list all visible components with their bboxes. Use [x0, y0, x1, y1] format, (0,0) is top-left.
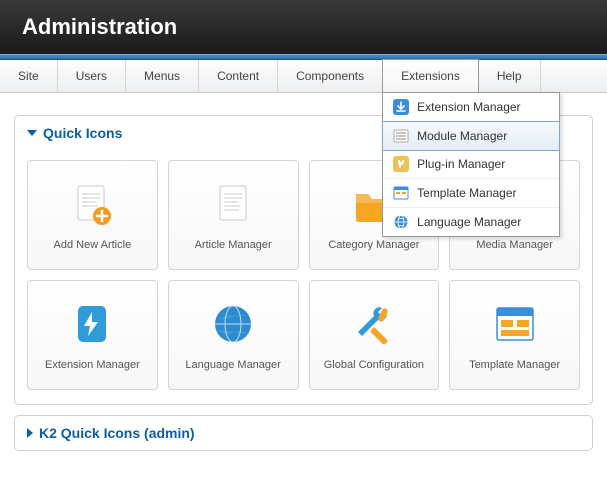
menu-extensions[interactable]: Extensions Extension Manager Module Mana…: [382, 59, 479, 92]
tile-label: Extension Manager: [45, 359, 140, 371]
tile-label: Add New Article: [54, 239, 132, 251]
globe-large-icon: [208, 299, 258, 349]
tile-label: Global Configuration: [324, 359, 424, 371]
menubar: Site Users Menus Content Components Exte…: [0, 60, 607, 93]
menu-site[interactable]: Site: [0, 60, 58, 92]
page-title: Administration: [22, 14, 177, 39]
dropdown-item-label: Language Manager: [417, 215, 521, 229]
k2-quick-icons-header[interactable]: K2 Quick Icons (admin): [15, 416, 592, 450]
tools-icon: [349, 299, 399, 349]
menu-users[interactable]: Users: [58, 60, 126, 92]
menu-components[interactable]: Components: [278, 60, 383, 92]
dropdown-item-label: Template Manager: [417, 186, 516, 200]
k2-quick-icons-panel: K2 Quick Icons (admin): [14, 415, 593, 451]
dropdown-module-manager[interactable]: Module Manager: [382, 121, 560, 151]
extensions-dropdown: Extension Manager Module Manager Plug-in…: [382, 92, 560, 237]
dropdown-item-label: Plug-in Manager: [417, 157, 505, 171]
tile-label: Language Manager: [185, 359, 280, 371]
menu-help[interactable]: Help: [479, 60, 541, 92]
globe-icon: [393, 214, 409, 230]
tile-add-new-article[interactable]: Add New Article: [27, 160, 158, 270]
panel-title: K2 Quick Icons (admin): [39, 425, 195, 441]
list-icon: [393, 128, 409, 144]
plug-icon: [393, 156, 409, 172]
chevron-right-icon: [27, 428, 33, 438]
tile-label: Media Manager: [476, 239, 552, 251]
article-add-icon: [67, 179, 117, 229]
tile-language-manager[interactable]: Language Manager: [168, 280, 299, 390]
app-header: Administration: [0, 0, 607, 54]
tile-template-manager[interactable]: Template Manager: [449, 280, 580, 390]
tile-label: Category Manager: [328, 239, 419, 251]
dropdown-plugin-manager[interactable]: Plug-in Manager: [383, 150, 559, 179]
dropdown-item-label: Extension Manager: [417, 100, 520, 114]
chevron-down-icon: [27, 130, 37, 136]
dropdown-extension-manager[interactable]: Extension Manager: [383, 93, 559, 122]
dropdown-language-manager[interactable]: Language Manager: [383, 208, 559, 236]
tile-label: Article Manager: [195, 239, 272, 251]
article-icon: [208, 179, 258, 229]
menu-content[interactable]: Content: [199, 60, 278, 92]
menu-extensions-label: Extensions: [401, 69, 460, 83]
tile-extension-manager[interactable]: Extension Manager: [27, 280, 158, 390]
dropdown-template-manager[interactable]: Template Manager: [383, 179, 559, 208]
template-large-icon: [490, 299, 540, 349]
menu-menus[interactable]: Menus: [126, 60, 199, 92]
extension-icon: [67, 299, 117, 349]
tile-global-configuration[interactable]: Global Configuration: [309, 280, 440, 390]
tile-article-manager[interactable]: Article Manager: [168, 160, 299, 270]
download-icon: [393, 99, 409, 115]
panel-title: Quick Icons: [43, 125, 122, 141]
tile-label: Template Manager: [469, 359, 560, 371]
dropdown-item-label: Module Manager: [417, 129, 507, 143]
template-icon: [393, 185, 409, 201]
